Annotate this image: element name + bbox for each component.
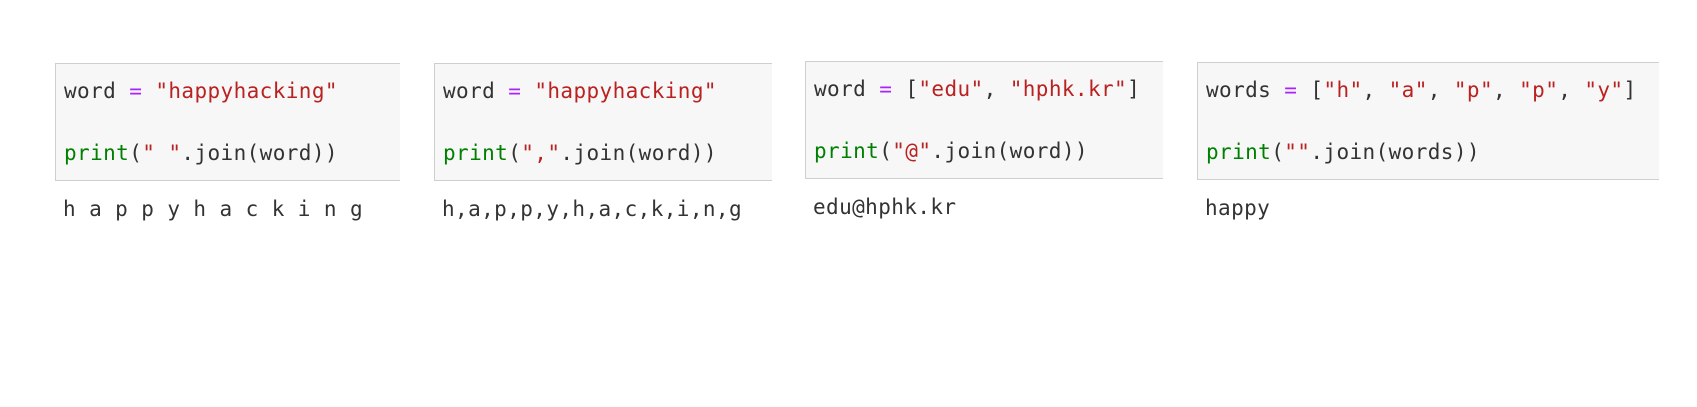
string-literal: "happyhacking"	[534, 79, 717, 103]
code-punctuation: ,	[1493, 78, 1520, 102]
code-line-1: word = "happyhacking"	[443, 78, 717, 104]
code-line-1: word = ["edu", "hphk.kr"]	[814, 76, 1140, 102]
assignment-operator: =	[129, 79, 143, 103]
code-punctuation: (	[879, 139, 893, 163]
string-literal: "hphk.kr"	[1009, 77, 1128, 101]
code-input-1[interactable]: word = "happyhacking" print(" ".join(wor…	[55, 63, 400, 181]
code-punctuation	[521, 79, 534, 103]
builtin-function: print	[1206, 140, 1272, 164]
code-line-2: print("@".join(word))	[814, 138, 1088, 164]
assignment-operator: =	[1284, 78, 1298, 102]
code-punctuation: ]	[1127, 77, 1141, 101]
string-literal: ""	[1284, 140, 1311, 164]
code-punctuation: (	[1271, 140, 1285, 164]
code-line-2: print(" ".join(word))	[64, 140, 338, 166]
string-literal: "h"	[1323, 78, 1363, 102]
cell-output-2: h,a,p,p,y,h,a,c,k,i,n,g	[442, 197, 742, 221]
cell-output-3: edu@hphk.kr	[813, 195, 957, 219]
code-punctuation	[866, 77, 879, 101]
cell-output-4: happy	[1205, 196, 1271, 220]
code-line-1: words = ["h", "a", "p", "p", "y"]	[1206, 77, 1637, 103]
code-punctuation: .join(word))	[931, 139, 1088, 163]
string-literal: " "	[142, 141, 182, 165]
builtin-function: print	[64, 141, 130, 165]
code-input-3[interactable]: word = ["edu", "hphk.kr"] print("@".join…	[805, 61, 1163, 179]
string-literal: "y"	[1584, 78, 1624, 102]
assignment-operator: =	[508, 79, 522, 103]
code-line-2: print(",".join(word))	[443, 140, 717, 166]
assignment-operator: =	[879, 77, 893, 101]
string-literal: "a"	[1388, 78, 1428, 102]
notebook-cell-4: words = ["h", "a", "p", "p", "y"] print(…	[1197, 62, 1659, 222]
code-punctuation: [	[1297, 78, 1324, 102]
code-punctuation: (	[129, 141, 143, 165]
code-punctuation: .join(word))	[560, 141, 717, 165]
notebook-cell-3: word = ["edu", "hphk.kr"] print("@".join…	[805, 61, 1163, 221]
string-literal: ","	[521, 141, 561, 165]
notebook-cell-2: word = "happyhacking" print(",".join(wor…	[434, 63, 772, 223]
string-literal: "@"	[892, 139, 932, 163]
code-line-2: print("".join(words))	[1206, 139, 1480, 165]
variable-name: words	[1206, 78, 1272, 102]
code-punctuation	[1271, 78, 1284, 102]
code-punctuation	[116, 79, 129, 103]
code-punctuation: ,	[983, 77, 1010, 101]
code-line-1: word = "happyhacking"	[64, 78, 338, 104]
code-punctuation: ,	[1558, 78, 1585, 102]
code-punctuation: .join(word))	[181, 141, 338, 165]
notebook-cell-1: word = "happyhacking" print(" ".join(wor…	[55, 63, 400, 223]
code-punctuation: ,	[1362, 78, 1389, 102]
code-input-4[interactable]: words = ["h", "a", "p", "p", "y"] print(…	[1197, 62, 1659, 180]
string-literal: "p"	[1519, 78, 1559, 102]
code-punctuation	[142, 79, 155, 103]
cell-output-1: h a p p y h a c k i n g	[63, 197, 363, 221]
variable-name: word	[814, 77, 867, 101]
variable-name: word	[443, 79, 496, 103]
code-punctuation: .join(words))	[1310, 140, 1480, 164]
string-literal: "edu"	[918, 77, 984, 101]
code-punctuation	[495, 79, 508, 103]
builtin-function: print	[443, 141, 509, 165]
builtin-function: print	[814, 139, 880, 163]
string-literal: "happyhacking"	[155, 79, 338, 103]
string-literal: "p"	[1453, 78, 1494, 102]
variable-name: word	[64, 79, 117, 103]
code-input-2[interactable]: word = "happyhacking" print(",".join(wor…	[434, 63, 772, 181]
code-punctuation: ]	[1623, 78, 1637, 102]
code-punctuation: (	[508, 141, 522, 165]
code-punctuation: ,	[1427, 78, 1454, 102]
code-punctuation: [	[892, 77, 919, 101]
